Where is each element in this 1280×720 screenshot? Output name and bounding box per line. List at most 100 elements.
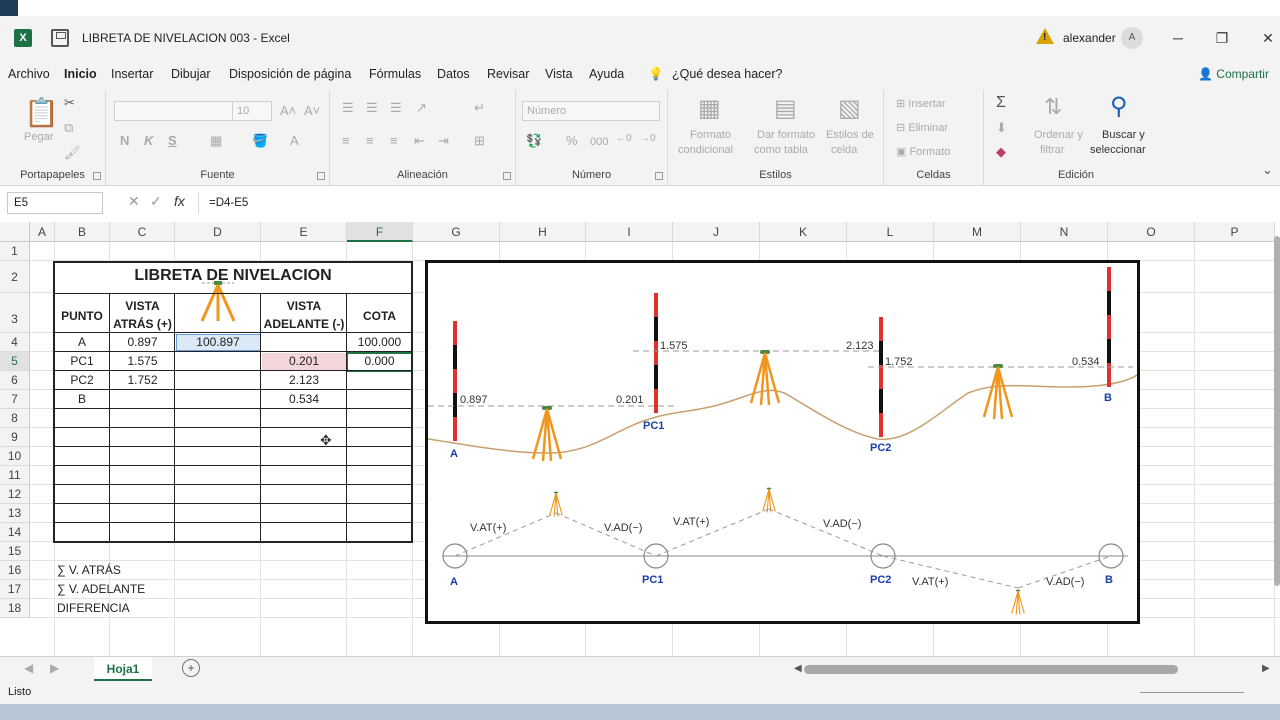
tab-datos[interactable]: Datos: [437, 67, 470, 81]
row-header-9[interactable]: 9: [0, 428, 30, 447]
warning-icon[interactable]: !: [1036, 28, 1054, 44]
table-cell-punto[interactable]: PC2: [54, 372, 110, 389]
next-sheet-icon[interactable]: ▶: [50, 661, 59, 675]
select-all-corner[interactable]: [0, 222, 30, 242]
currency-icon[interactable]: 💱: [526, 133, 542, 149]
number-format-select[interactable]: Número: [522, 101, 660, 121]
row-header-1[interactable]: 1: [0, 242, 30, 261]
horizontal-scrollbar[interactable]: [804, 665, 1178, 674]
column-header-p[interactable]: P: [1195, 222, 1275, 242]
dialog-launcher-icon[interactable]: [93, 172, 101, 180]
shrink-font-icon[interactable]: A˅: [304, 103, 320, 118]
scroll-right-icon[interactable]: ▶: [1262, 663, 1270, 674]
row-header-2[interactable]: 2: [0, 261, 30, 293]
user-name[interactable]: alexander: [1063, 31, 1116, 45]
fill-icon[interactable]: ⬇: [996, 120, 1007, 136]
row-header-18[interactable]: 18: [0, 599, 30, 618]
formula-input[interactable]: =D4-E5: [198, 192, 1268, 214]
cell-styles-label-2[interactable]: celda: [831, 143, 857, 158]
column-header-c[interactable]: C: [110, 222, 175, 242]
dialog-launcher-icon[interactable]: [503, 172, 511, 180]
orientation-icon[interactable]: ↗: [416, 100, 427, 116]
font-name-select[interactable]: [114, 101, 234, 121]
cancel-icon[interactable]: ✕: [128, 193, 140, 210]
collapse-ribbon-icon[interactable]: ⌄: [1262, 162, 1273, 178]
tab-dibujar[interactable]: Dibujar: [171, 67, 211, 81]
lightbulb-icon[interactable]: 💡: [648, 67, 664, 82]
decrease-decimal-icon[interactable]: →0: [640, 133, 656, 144]
function-icon[interactable]: fx: [174, 193, 185, 209]
prev-sheet-icon[interactable]: ◀: [24, 661, 33, 675]
table-cell-punto[interactable]: PC1: [54, 353, 110, 370]
conditional-format-label-1[interactable]: Formato: [690, 128, 731, 143]
increase-decimal-icon[interactable]: ←0: [616, 133, 632, 144]
align-left-icon[interactable]: ≡: [342, 133, 350, 148]
underline-button[interactable]: S: [168, 133, 177, 148]
save-icon[interactable]: [51, 29, 69, 47]
name-box[interactable]: E5: [7, 192, 103, 214]
column-header-n[interactable]: N: [1021, 222, 1108, 242]
grow-font-icon[interactable]: A˄: [280, 103, 296, 118]
row-header-4[interactable]: 4: [0, 333, 30, 352]
format-as-table-icon[interactable]: ▤: [774, 94, 797, 123]
add-sheet-icon[interactable]: +: [182, 659, 200, 677]
avatar[interactable]: A: [1121, 27, 1143, 49]
percent-button[interactable]: %: [566, 133, 578, 148]
conditional-format-label-2[interactable]: condicional: [678, 143, 733, 158]
sheet-tab-hoja1[interactable]: Hoja1: [94, 657, 152, 681]
restore-button[interactable]: ❐: [1212, 28, 1232, 48]
tab-vista[interactable]: Vista: [545, 67, 573, 81]
column-header-e[interactable]: E: [261, 222, 347, 242]
row-header-13[interactable]: 13: [0, 504, 30, 523]
autosum-icon[interactable]: Σ: [996, 94, 1006, 112]
column-header-k[interactable]: K: [760, 222, 847, 242]
align-right-icon[interactable]: ≡: [390, 133, 398, 148]
borders-icon[interactable]: ▦: [210, 133, 222, 149]
delete-cells-button[interactable]: ⊟ Eliminar: [896, 121, 948, 136]
align-top-icon[interactable]: ☰: [342, 100, 354, 116]
table-cell-punto[interactable]: A: [54, 334, 110, 351]
search-icon[interactable]: ⚲: [1110, 92, 1128, 121]
column-header-g[interactable]: G: [413, 222, 500, 242]
insert-cells-button[interactable]: ⊞ Insertar: [896, 97, 946, 112]
align-middle-icon[interactable]: ☰: [366, 100, 378, 116]
align-center-icon[interactable]: ≡: [366, 133, 374, 148]
align-bottom-icon[interactable]: ☰: [390, 100, 402, 116]
font-size-select[interactable]: 10: [232, 101, 272, 121]
table-cell-adelante[interactable]: 2.123: [261, 372, 347, 389]
column-header-h[interactable]: H: [500, 222, 586, 242]
zoom-slider[interactable]: [1140, 692, 1244, 693]
table-cell-punto[interactable]: B: [54, 391, 110, 408]
table-cell-atras[interactable]: 1.575: [110, 353, 175, 370]
share-button[interactable]: 👤 Compartir: [1198, 67, 1269, 81]
paste-label[interactable]: Pegar: [24, 130, 53, 145]
merge-icon[interactable]: ⊞: [474, 133, 485, 149]
column-header-m[interactable]: M: [934, 222, 1021, 242]
row-header-17[interactable]: 17: [0, 580, 30, 599]
clear-icon[interactable]: ◆: [996, 144, 1006, 160]
scroll-left-icon[interactable]: ◀: [794, 663, 802, 674]
dialog-launcher-icon[interactable]: [655, 172, 663, 180]
enter-icon[interactable]: ✓: [150, 193, 162, 210]
row-header-6[interactable]: 6: [0, 371, 30, 390]
row-header-5[interactable]: 5: [0, 352, 30, 371]
row-header-8[interactable]: 8: [0, 409, 30, 428]
format-cells-button[interactable]: ▣ Formato: [896, 145, 950, 160]
sort-filter-icon[interactable]: ⇅: [1044, 94, 1062, 120]
tab-revisar[interactable]: Revisar: [487, 67, 529, 81]
worksheet-grid[interactable]: A B C D E F G H I J K L M N O P 1 2 3 4 5 6 7 8 9 10 11 12 13 14 15 16 1…: [0, 222, 1280, 656]
wrap-text-icon[interactable]: ↵: [474, 100, 485, 116]
fill-color-icon[interactable]: 🪣: [252, 133, 268, 149]
copy-icon[interactable]: ⧉: [64, 120, 73, 136]
close-button[interactable]: ✕: [1258, 28, 1278, 48]
tab-formulas[interactable]: Fórmulas: [369, 67, 421, 81]
format-painter-icon[interactable]: 🖌: [64, 145, 81, 161]
table-cell-adelante[interactable]: 0.201: [261, 353, 347, 370]
row-header-16[interactable]: 16: [0, 561, 30, 580]
minimize-button[interactable]: ─: [1168, 28, 1188, 48]
selected-cell-f5[interactable]: [346, 352, 413, 372]
column-header-o[interactable]: O: [1108, 222, 1195, 242]
tab-inicio[interactable]: Inicio: [64, 67, 97, 81]
cut-icon[interactable]: ✂: [64, 95, 75, 111]
table-cell-atras[interactable]: 0.897: [110, 334, 175, 351]
